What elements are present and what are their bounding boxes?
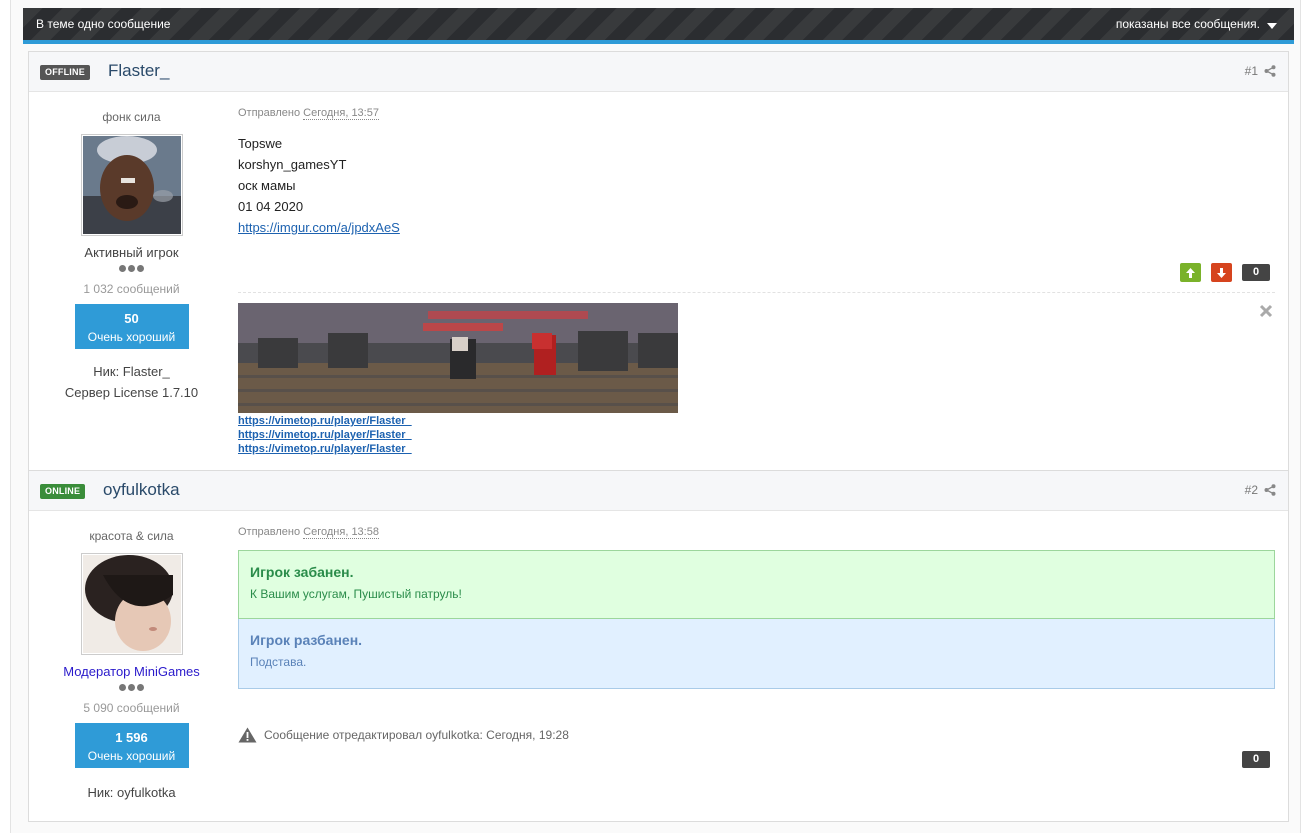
rep-count: 0	[1242, 264, 1270, 281]
posted-date: Сегодня, 13:58	[303, 526, 379, 539]
rank-pip	[119, 265, 126, 272]
show-all-posts-dropdown[interactable]: показаны все сообщения.	[1116, 17, 1260, 31]
post-number-link[interactable]: #1	[1245, 64, 1258, 78]
topic-bar-pattern	[23, 8, 1294, 40]
signature-link[interactable]: https://vimetop.ru/player/Flaster_	[238, 443, 412, 455]
rep-up-button[interactable]	[1180, 263, 1201, 282]
content-link[interactable]: https://imgur.com/a/jpdxAeS	[238, 220, 400, 235]
author-name-link[interactable]: oyfulkotka	[103, 480, 180, 500]
close-icon[interactable]	[1259, 304, 1273, 318]
status-badge: OFFLINE	[40, 65, 90, 80]
user-rank: Активный игрок	[84, 245, 179, 260]
user-rank: Модератор MiniGames	[63, 664, 200, 679]
post-body: Отправлено Сегодня, 13:57 Topswe korshyn…	[238, 92, 1275, 470]
rank-pip	[137, 265, 144, 272]
post-2: ONLINE oyfulkotka #2 красота & сила Моде…	[28, 470, 1289, 822]
status-badge: ONLINE	[40, 484, 86, 499]
moderation-alerts: Игрок забанен. К Вашим услугам, Пушистый…	[238, 550, 1275, 689]
rep-down-button[interactable]	[1211, 263, 1232, 282]
user-post-count: 5 090 сообщений	[83, 701, 180, 715]
share-icon[interactable]	[1264, 484, 1276, 496]
share-icon[interactable]	[1264, 65, 1276, 77]
content-line: korshyn_gamesYT	[238, 157, 347, 172]
reputation-controls: 0	[1242, 751, 1270, 768]
reputation-badge: 50 Очень хороший	[74, 304, 189, 349]
posted-label: Отправлено	[238, 526, 301, 538]
ban-alert-text: К Вашим услугам, Пушистый патруль!	[250, 587, 462, 601]
author-info: красота & сила Модератор MiniGames 5 090…	[29, 511, 234, 803]
reputation-value: 50	[124, 311, 139, 326]
post-number-link[interactable]: #2	[1245, 483, 1258, 497]
rank-pips	[29, 265, 234, 275]
unban-alert: Игрок разбанен. Подстава.	[238, 619, 1275, 689]
posted-meta: Отправлено Сегодня, 13:58	[238, 526, 1275, 539]
arrow-up-icon	[1186, 267, 1195, 278]
reputation-controls: 0	[1180, 263, 1270, 282]
post-header: ONLINE oyfulkotka #2	[29, 471, 1288, 511]
post-content: Topswe korshyn_gamesYT оск мамы 01 04 20…	[238, 133, 1275, 238]
profile-fields: Ник: oyfulkotka	[29, 782, 234, 803]
content-line: Topswe	[238, 136, 283, 151]
reputation-label: Очень хороший	[87, 330, 176, 344]
posted-date: Сегодня, 13:57	[303, 107, 379, 120]
unban-alert-text: Подстава.	[250, 655, 307, 669]
arrow-down-icon	[1217, 267, 1226, 278]
signature-image	[238, 303, 678, 413]
reputation-value: 1 596	[115, 730, 148, 745]
avatar-image	[82, 555, 181, 653]
profile-field-nick: Ник: oyfulkotka	[87, 785, 176, 800]
signature-links: https://vimetop.ru/player/Flaster_ https…	[238, 414, 412, 456]
posted-label: Отправлено	[238, 107, 301, 119]
rank-pip	[128, 684, 135, 691]
post-1: OFFLINE Flaster_ #1 фонк сила Активный и…	[28, 51, 1289, 471]
author-name-link[interactable]: Flaster_	[108, 61, 169, 81]
content-line: оск мамы	[238, 178, 296, 193]
edit-note-text: Сообщение отредактировал oyfulkotka: Сег…	[264, 728, 569, 742]
topic-bar: В теме одно сообщение показаны все сообщ…	[23, 8, 1294, 44]
post-header: OFFLINE Flaster_ #1	[29, 52, 1288, 92]
signature-gif	[238, 303, 678, 413]
profile-field-nick: Ник: Flaster_	[93, 364, 170, 379]
profile-fields: Ник: Flaster_ Сервер License 1.7.10	[29, 361, 234, 403]
post-body: Отправлено Сегодня, 13:58 Игрок забанен.…	[238, 511, 1275, 821]
rank-pip	[137, 684, 144, 691]
warning-icon	[238, 727, 257, 743]
edit-note: Сообщение отредактировал oyfulkotka: Сег…	[238, 727, 569, 743]
user-post-count: 1 032 сообщений	[83, 282, 180, 296]
signature-link[interactable]: https://vimetop.ru/player/Flaster_	[238, 429, 412, 441]
rep-count: 0	[1242, 751, 1270, 768]
caret-down-icon[interactable]	[1267, 23, 1277, 29]
signature-link[interactable]: https://vimetop.ru/player/Flaster_	[238, 415, 412, 427]
signature-divider	[238, 292, 1275, 293]
avatar[interactable]	[80, 134, 183, 236]
rank-pip	[119, 684, 126, 691]
posted-meta: Отправлено Сегодня, 13:57	[238, 107, 1275, 120]
ban-alert: Игрок забанен. К Вашим услугам, Пушистый…	[238, 550, 1275, 619]
avatar-image	[82, 136, 181, 234]
ban-alert-title: Игрок забанен.	[250, 564, 354, 580]
profile-field-server: Сервер License 1.7.10	[64, 385, 199, 400]
rank-pips	[29, 684, 234, 694]
author-title: красота & сила	[89, 529, 174, 543]
avatar[interactable]	[80, 553, 183, 655]
author-title: фонк сила	[102, 110, 161, 124]
reputation-label: Очень хороший	[87, 749, 176, 763]
content-line: 01 04 2020	[238, 199, 304, 214]
author-info: фонк сила Активный игрок 1 032 сообщений…	[29, 92, 234, 403]
topic-post-count: В теме одно сообщение	[36, 17, 171, 31]
rank-pip	[128, 265, 135, 272]
unban-alert-title: Игрок разбанен.	[250, 632, 363, 648]
reputation-badge: 1 596 Очень хороший	[74, 723, 189, 768]
